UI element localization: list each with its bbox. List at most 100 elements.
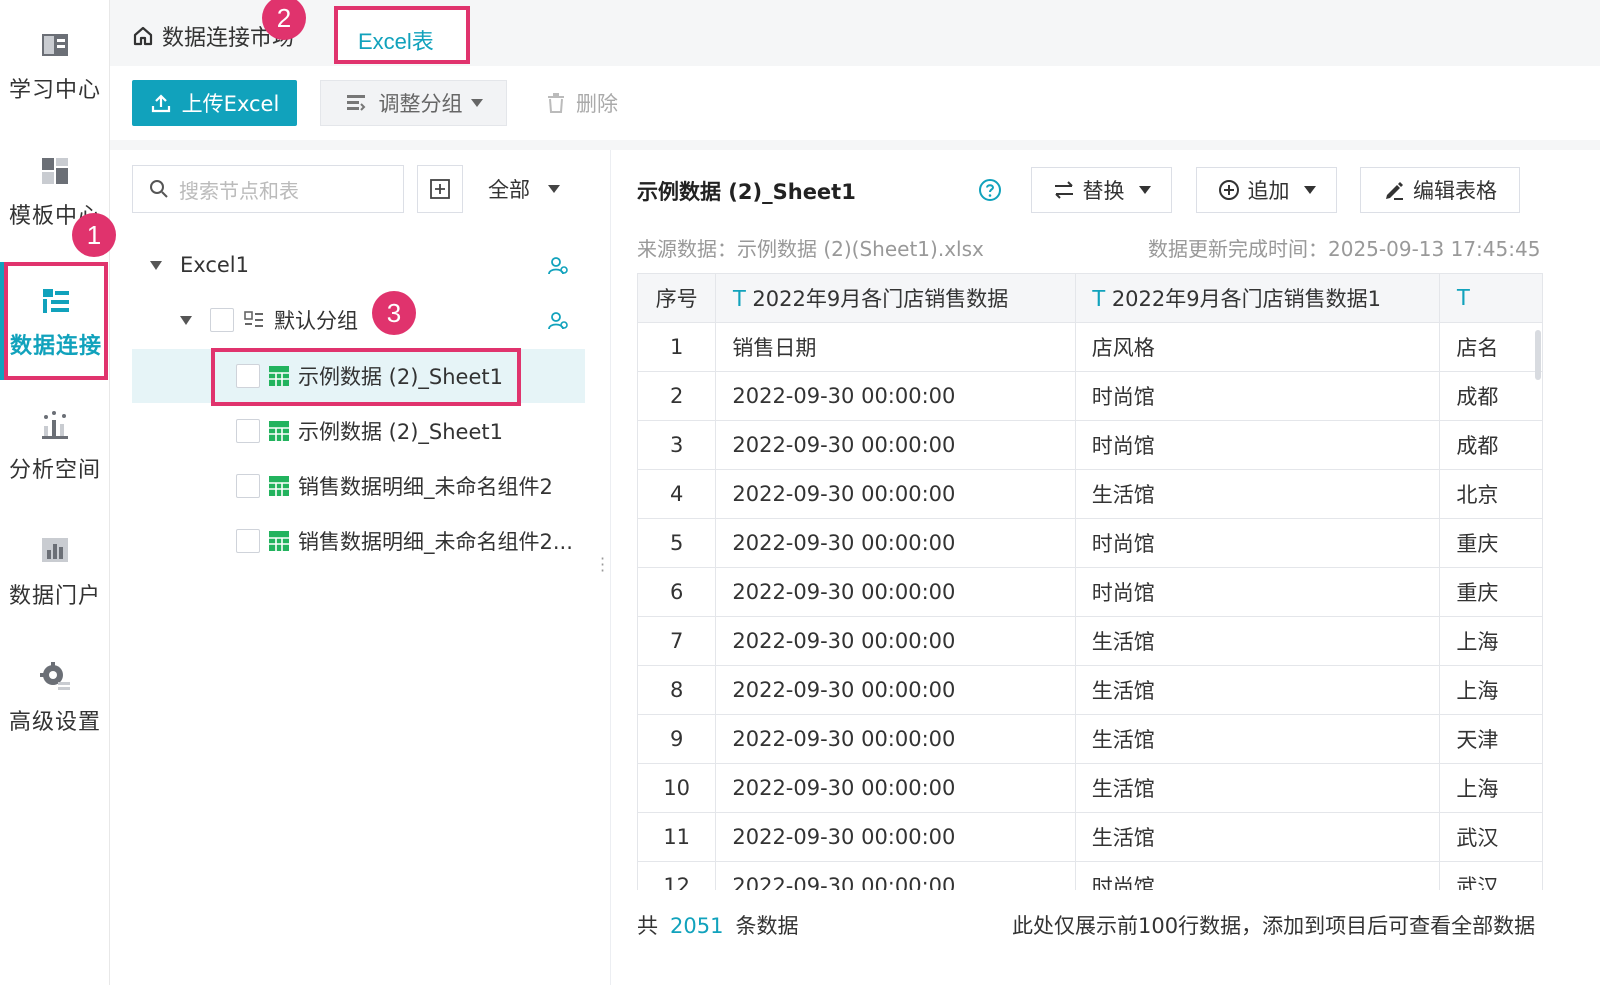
tree-node-label: 示例数据 (2)_Sheet1 [298, 420, 503, 444]
chevron-down-icon [1138, 186, 1151, 194]
help-icon[interactable] [978, 178, 1002, 202]
upload-label: 上传Excel [181, 92, 280, 116]
annotation-badge-3: 3 [372, 291, 416, 335]
resize-handle[interactable]: · · · [600, 551, 605, 579]
table-cell: 8 [638, 665, 717, 715]
group-list-icon [346, 95, 365, 111]
user-permission-icon[interactable] [547, 255, 569, 277]
count-suffix: 条数据 [735, 914, 799, 938]
append-button[interactable]: 追加 [1196, 167, 1337, 213]
delete-button[interactable]: 删除 [546, 80, 618, 126]
table-row[interactable]: 11 2022-09-30 00:00:00 生活馆 武汉 [638, 812, 1543, 862]
filter-value: 全部 [488, 178, 530, 202]
tree-node-excel1[interactable]: Excel1 [132, 238, 585, 292]
tree-node-sheet[interactable]: 销售数据明细_未命名组件2 [132, 459, 585, 513]
table-cell: 3 [638, 420, 717, 470]
table-cell: 5 [638, 518, 717, 568]
table-cell: 2022-09-30 00:00:00 [715, 567, 1076, 617]
source-label: 来源数据： [637, 237, 737, 261]
table-row[interactable]: 9 2022-09-30 00:00:00 生活馆 天津 [638, 714, 1543, 764]
append-label: 追加 [1247, 179, 1290, 203]
sheet-checkbox[interactable] [236, 474, 260, 498]
source-info: 来源数据：示例数据 (2)(Sheet1).xlsx [637, 233, 984, 262]
template-icon [42, 158, 68, 184]
sidebar-item-label: 分析空间 [8, 458, 101, 483]
table-cell: 重庆 [1439, 518, 1543, 568]
sidebar-item-settings[interactable]: 高级设置 [0, 660, 110, 770]
expand-arrow-icon[interactable] [180, 315, 192, 325]
sheet-checkbox[interactable] [236, 419, 260, 443]
plus-circle-icon [1218, 180, 1239, 200]
update-time-info: 数据更新完成时间：2025-09-13 17:45:45 [1148, 233, 1540, 262]
table-row[interactable]: 5 2022-09-30 00:00:00 时尚馆 重庆 [638, 518, 1543, 568]
sidebar-item-portal[interactable]: 数据门户 [0, 534, 110, 644]
column-header[interactable]: T 2022年9月各门店销售数据1 [1075, 274, 1441, 323]
edit-pen-icon [1386, 182, 1403, 200]
table-row[interactable]: 7 2022-09-30 00:00:00 生活馆 上海 [638, 616, 1543, 666]
column-header[interactable]: T [1439, 274, 1543, 323]
tab-label: Excel表 [358, 29, 434, 54]
table-row[interactable]: 10 2022-09-30 00:00:00 生活馆 上海 [638, 763, 1543, 813]
user-permission-icon[interactable] [547, 310, 569, 332]
tree-node-sheet[interactable]: 示例数据 (2)_Sheet1 [132, 404, 585, 458]
table-cell: 7 [638, 616, 717, 666]
count-prefix: 共 [637, 914, 658, 938]
table-row[interactable]: 12 2022-09-30 00:00:00 时尚馆 武汉 [638, 861, 1543, 890]
tree-node-sheet[interactable]: 销售数据明细_未命名组件2... [132, 514, 585, 568]
column-header[interactable]: T 2022年9月各门店销售数据 [715, 274, 1076, 323]
tab-excel[interactable]: Excel表 [334, 6, 470, 64]
delete-label: 删除 [576, 92, 618, 116]
table-cell: 时尚馆 [1075, 371, 1441, 421]
table-row[interactable]: 8 2022-09-30 00:00:00 生活馆 上海 [638, 665, 1543, 715]
group-checkbox[interactable] [210, 308, 234, 332]
text-type-icon: T [1456, 284, 1471, 311]
sidebar-item-analysis[interactable]: 分析空间 [0, 408, 110, 518]
table-cell: 生活馆 [1075, 469, 1441, 519]
sidebar-item-data-connect[interactable]: 数据连接 [4, 262, 108, 380]
table-cell: 生活馆 [1075, 812, 1441, 862]
sidebar-item-learning[interactable]: 学习中心 [0, 28, 110, 138]
table-sheet-icon [269, 421, 289, 441]
sheet-checkbox[interactable] [236, 529, 260, 553]
adjust-group-label: 调整分组 [378, 92, 463, 116]
table-cell: 重庆 [1439, 567, 1543, 617]
tree-node-default-group[interactable]: 默认分组 [132, 293, 585, 347]
table-row[interactable]: 2 2022-09-30 00:00:00 时尚馆 成都 [638, 371, 1543, 421]
chevron-down-icon [548, 185, 560, 193]
table-row[interactable]: 3 2022-09-30 00:00:00 时尚馆 成都 [638, 420, 1543, 470]
book-icon [42, 34, 68, 56]
plus-square-icon [430, 179, 450, 199]
adjust-group-button[interactable]: 调整分组 [320, 80, 507, 126]
table-cell: 4 [638, 469, 717, 519]
expand-arrow-icon[interactable] [150, 260, 162, 270]
table-cell: 天津 [1439, 714, 1543, 764]
sidebar-item-label: 数据连接 [9, 334, 102, 359]
row-count: 共 2051 条数据 [637, 910, 798, 940]
add-node-button[interactable] [417, 165, 463, 213]
table-row[interactable]: 4 2022-09-30 00:00:00 生活馆 北京 [638, 469, 1543, 519]
filter-select[interactable]: 全部 [488, 174, 560, 204]
table-row[interactable]: 1 销售日期 店风格 店名 [638, 322, 1543, 372]
search-input[interactable]: 搜索节点和表 [132, 165, 404, 213]
table-cell: 12 [638, 861, 717, 890]
table-cell: 2022-09-30 00:00:00 [715, 469, 1076, 519]
replace-button[interactable]: 替换 [1031, 167, 1172, 213]
table-scrollbar[interactable] [1535, 330, 1541, 380]
edit-table-button[interactable]: 编辑表格 [1360, 167, 1520, 213]
upload-excel-button[interactable]: 上传Excel [132, 80, 297, 126]
table-cell: 9 [638, 714, 717, 764]
table-cell: 时尚馆 [1075, 861, 1441, 890]
edit-table-label: 编辑表格 [1413, 179, 1497, 203]
tree-node-label: Excel1 [180, 253, 249, 277]
table-cell: 上海 [1439, 763, 1543, 813]
table-sheet-icon [269, 531, 289, 551]
data-preview-table[interactable]: 序号 T 2022年9月各门店销售数据 T 2022年9月各门店销售数据1 T 1销… [637, 273, 1543, 890]
table-sheet-icon [269, 476, 289, 496]
table-row[interactable]: 6 2022-09-30 00:00:00 时尚馆 重庆 [638, 567, 1543, 617]
search-placeholder: 搜索节点和表 [179, 178, 299, 203]
table-cell: 1 [638, 322, 717, 372]
column-header-label: 2022年9月各门店销售数据 [752, 286, 1009, 311]
table-cell: 时尚馆 [1075, 518, 1441, 568]
table-cell: 2022-09-30 00:00:00 [715, 420, 1076, 470]
annotation-badge-1: 1 [72, 213, 116, 257]
